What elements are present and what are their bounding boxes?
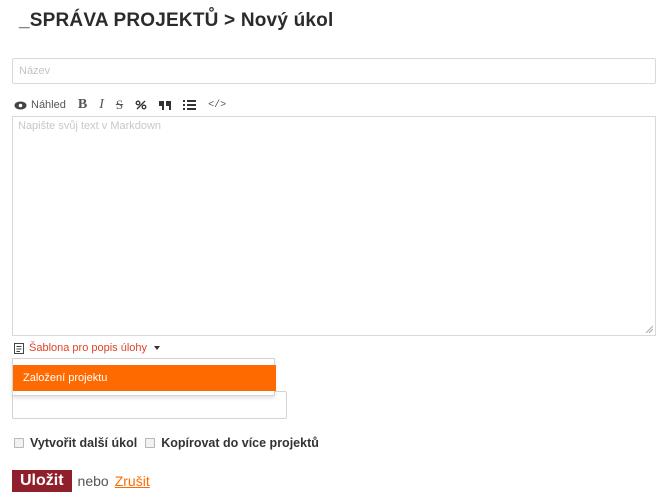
title-input[interactable] — [12, 58, 656, 84]
caret-down-icon — [154, 346, 161, 350]
options-row: Vytvořit další úkol Kopírovat do více pr… — [14, 436, 327, 450]
template-dropdown: Založení projektu — [12, 358, 276, 396]
preview-label: Náhled — [31, 99, 66, 111]
copy-to-projects-checkbox[interactable]: Kopírovat do více projektů — [145, 436, 319, 450]
list-button[interactable] — [183, 100, 197, 110]
template-option[interactable]: Založení projektu — [13, 365, 276, 391]
resize-handle-icon[interactable] — [645, 325, 653, 333]
template-selector[interactable]: Šablona pro popis úlohy — [14, 342, 161, 354]
eye-icon — [14, 101, 27, 109]
cancel-link[interactable]: Zrušit — [115, 473, 150, 489]
strikethrough-button[interactable]: S — [116, 97, 123, 113]
copy-to-projects-label: Kopírovat do více projektů — [161, 436, 319, 450]
or-text: nebo — [77, 473, 109, 489]
create-another-label: Vytvořit další úkol — [30, 436, 138, 450]
bold-button[interactable]: B — [78, 97, 87, 113]
description-editor[interactable] — [12, 116, 656, 336]
italic-button[interactable]: I — [99, 97, 104, 113]
list-icon — [183, 100, 197, 110]
preview-toggle[interactable]: Náhled — [14, 99, 66, 111]
code-button[interactable]: </> — [208, 100, 226, 111]
link-button[interactable] — [135, 100, 147, 110]
link-icon — [135, 100, 147, 110]
markdown-toolbar: Náhled B I S </> — [14, 96, 226, 114]
document-icon — [14, 342, 24, 354]
save-button[interactable]: Uložit — [12, 470, 72, 492]
checkbox-box[interactable] — [145, 438, 156, 448]
create-another-checkbox[interactable]: Vytvořit další úkol — [14, 436, 137, 450]
quote-icon — [159, 100, 172, 110]
action-row: Uložit nebo Zrušit — [12, 470, 150, 492]
template-label: Šablona pro popis úlohy — [29, 342, 148, 354]
checkbox-box[interactable] — [14, 438, 24, 448]
page-title: _SPRÁVA PROJEKTŮ > Nový úkol — [19, 10, 334, 31]
quote-button[interactable] — [159, 100, 172, 110]
